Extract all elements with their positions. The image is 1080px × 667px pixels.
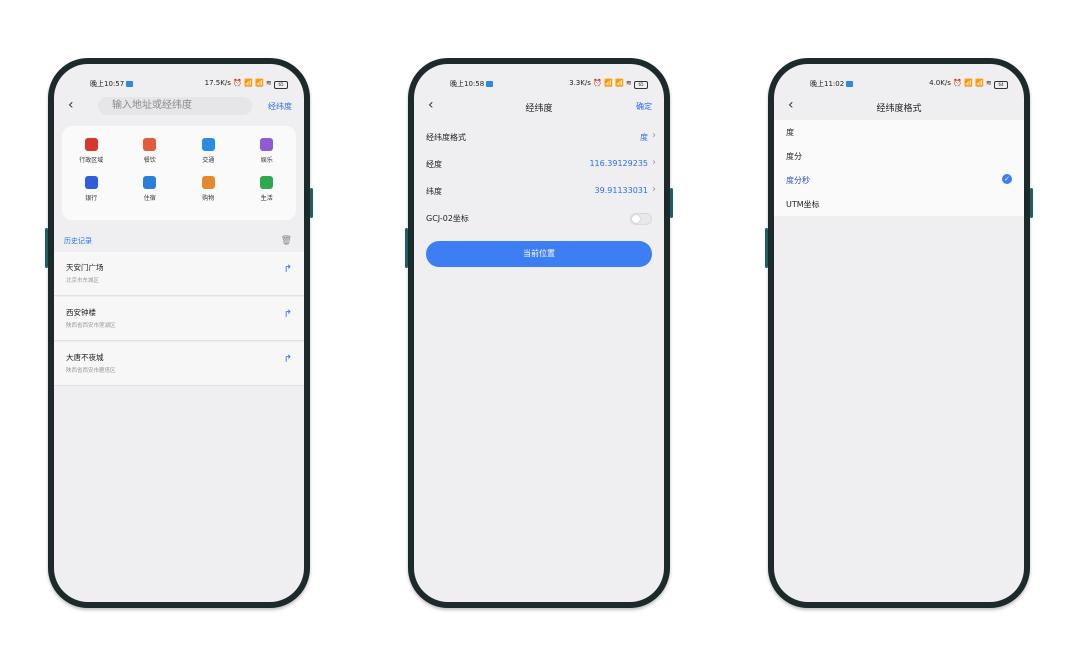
category-label: 购物 (202, 195, 215, 202)
chevron-right-icon: › (652, 157, 656, 168)
settings-row[interactable]: GCJ-02坐标 (414, 205, 664, 231)
settings-row[interactable]: 经度 116.39129235 › (414, 151, 664, 177)
cloud-icon (486, 81, 494, 87)
screen: 晚上11:02 4.0K/s ⏰ 📶 📶 ≋ 64 ‹ 经纬度格式 度度分度分秒… (774, 64, 1024, 602)
current-location-button[interactable]: 当前位置 (426, 241, 652, 267)
side-button (765, 228, 768, 268)
page-title: 经纬度格式 (876, 104, 922, 114)
history-name: 大唐不夜城 (66, 353, 104, 362)
option-label: 度分 (786, 152, 802, 161)
status-bar: 晚上10:57 17.5K/s ⏰ 📶 📶 ≋ 65 (54, 64, 304, 94)
nav-bar: ‹ 经纬度 确定 (414, 94, 664, 118)
screen: 晚上10:58 3.3K/s ⏰ 📶 📶 ≋ 65 ‹ 经纬度 确定 经纬度格式… (414, 64, 664, 602)
category-item[interactable]: 餐饮 (121, 138, 180, 164)
history-address: 陕西省西安市雁塔区 (66, 368, 116, 374)
row-label: 经纬度格式 (426, 133, 466, 142)
status-right: 4.0K/s ⏰ 📶 📶 ≋ 64 (929, 79, 1008, 89)
row-value: 39.91133031 (594, 186, 648, 195)
row-label: 经度 (426, 160, 442, 169)
row-label: 纬度 (426, 187, 442, 196)
trash-icon[interactable]: 🗑 (281, 236, 292, 246)
status-right: 17.5K/s ⏰ 📶 📶 ≋ 65 (205, 79, 288, 89)
cloud-icon (846, 81, 854, 87)
transit-icon (201, 138, 215, 151)
screen: 晚上10:57 17.5K/s ⏰ 📶 📶 ≋ 65 ‹ 经纬度 输入地址或经纬… (54, 64, 304, 602)
status-right: 3.3K/s ⏰ 📶 📶 ≋ 65 (569, 79, 648, 89)
cloud-icon (126, 81, 134, 87)
gcj02-toggle[interactable] (630, 213, 652, 225)
option-label: 度分秒 (786, 176, 810, 185)
category-item[interactable]: 生活 (238, 176, 297, 202)
history-address: 陕西省西安市莲湖区 (66, 323, 116, 329)
life-icon (260, 176, 274, 189)
history-address: 北京市东城区 (66, 278, 100, 284)
category-item[interactable]: 银行 (62, 176, 121, 202)
check-icon: ✓ (1002, 174, 1012, 184)
history-item[interactable]: 西安钟楼陕西省西安市莲湖区 ↱ (54, 297, 304, 341)
back-icon[interactable]: ‹ (68, 97, 74, 113)
category-item[interactable]: 交通 (179, 138, 238, 164)
route-icon[interactable]: ↱ (284, 354, 292, 365)
category-label: 生活 (260, 195, 273, 202)
government-icon (84, 138, 98, 151)
power-button (310, 188, 313, 218)
category-label: 住宿 (143, 195, 156, 202)
status-bar: 晚上11:02 4.0K/s ⏰ 📶 📶 ≋ 64 (774, 64, 1024, 94)
status-bar: 晚上10:58 3.3K/s ⏰ 📶 📶 ≋ 65 (414, 64, 664, 94)
phone-latlng: 晚上10:58 3.3K/s ⏰ 📶 📶 ≋ 65 ‹ 经纬度 确定 经纬度格式… (405, 58, 673, 608)
phone-search: 晚上10:57 17.5K/s ⏰ 📶 📶 ≋ 65 ‹ 经纬度 输入地址或经纬… (45, 58, 313, 608)
history-title: 历史记录 (64, 237, 92, 245)
category-item[interactable]: 购物 (179, 176, 238, 202)
nav-bar: ‹ 经纬度格式 (774, 94, 1024, 118)
category-grid: 行政区域 餐饮 交通 娱乐银行 住宿 购物 生活 (62, 126, 296, 220)
chevron-right-icon: › (652, 130, 656, 141)
status-time: 晚上10:57 (90, 79, 134, 89)
format-option[interactable]: 度分秒 ✓ (774, 168, 1024, 192)
format-option[interactable]: UTM坐标 (774, 192, 1024, 216)
entertainment-icon (260, 138, 274, 151)
battery-icon: 65 (634, 81, 648, 89)
chevron-right-icon: › (652, 184, 656, 195)
row-value: 116.39129235 (589, 159, 648, 168)
format-option[interactable]: 度分 (774, 144, 1024, 168)
dining-icon (143, 138, 157, 151)
category-label: 娱乐 (260, 157, 273, 164)
status-time: 晚上10:58 (450, 79, 494, 89)
history-name: 西安钟楼 (66, 308, 96, 317)
side-button (45, 228, 48, 268)
format-option[interactable]: 度 (774, 120, 1024, 144)
category-item[interactable]: 住宿 (121, 176, 180, 202)
power-button (1030, 188, 1033, 218)
page-title: 经纬度 (525, 104, 553, 114)
phone-format: 晚上11:02 4.0K/s ⏰ 📶 📶 ≋ 64 ‹ 经纬度格式 度度分度分秒… (765, 58, 1033, 608)
status-time: 晚上11:02 (810, 79, 854, 89)
history-item[interactable]: 大唐不夜城陕西省西安市雁塔区 ↱ (54, 342, 304, 386)
hotel-icon (143, 176, 157, 189)
settings-row[interactable]: 纬度 39.91133031 › (414, 178, 664, 204)
settings-row[interactable]: 经纬度格式 度 › (414, 124, 664, 150)
option-label: 度 (786, 128, 794, 137)
side-button (405, 228, 408, 268)
category-label: 行政区域 (79, 157, 104, 164)
option-label: UTM坐标 (786, 200, 820, 209)
route-icon[interactable]: ↱ (284, 264, 292, 275)
history-name: 天安门广场 (66, 263, 104, 272)
history-item[interactable]: 天安门广场北京市东城区 ↱ (54, 252, 304, 296)
category-label: 银行 (85, 195, 98, 202)
route-icon[interactable]: ↱ (284, 309, 292, 320)
category-item[interactable]: 娱乐 (238, 138, 297, 164)
battery-icon: 64 (994, 81, 1008, 89)
confirm-button[interactable]: 确定 (636, 101, 652, 112)
power-button (670, 188, 673, 218)
row-label: GCJ-02坐标 (426, 214, 469, 223)
search-input[interactable]: 输入地址或经纬度 (98, 97, 252, 115)
category-label: 餐饮 (143, 157, 156, 164)
latlng-link[interactable]: 经纬度 (268, 101, 292, 112)
shopping-icon (201, 176, 215, 189)
bank-icon (84, 176, 98, 189)
battery-icon: 65 (274, 81, 288, 89)
category-label: 交通 (202, 157, 215, 164)
row-value: 度 (640, 133, 648, 142)
category-item[interactable]: 行政区域 (62, 138, 121, 164)
